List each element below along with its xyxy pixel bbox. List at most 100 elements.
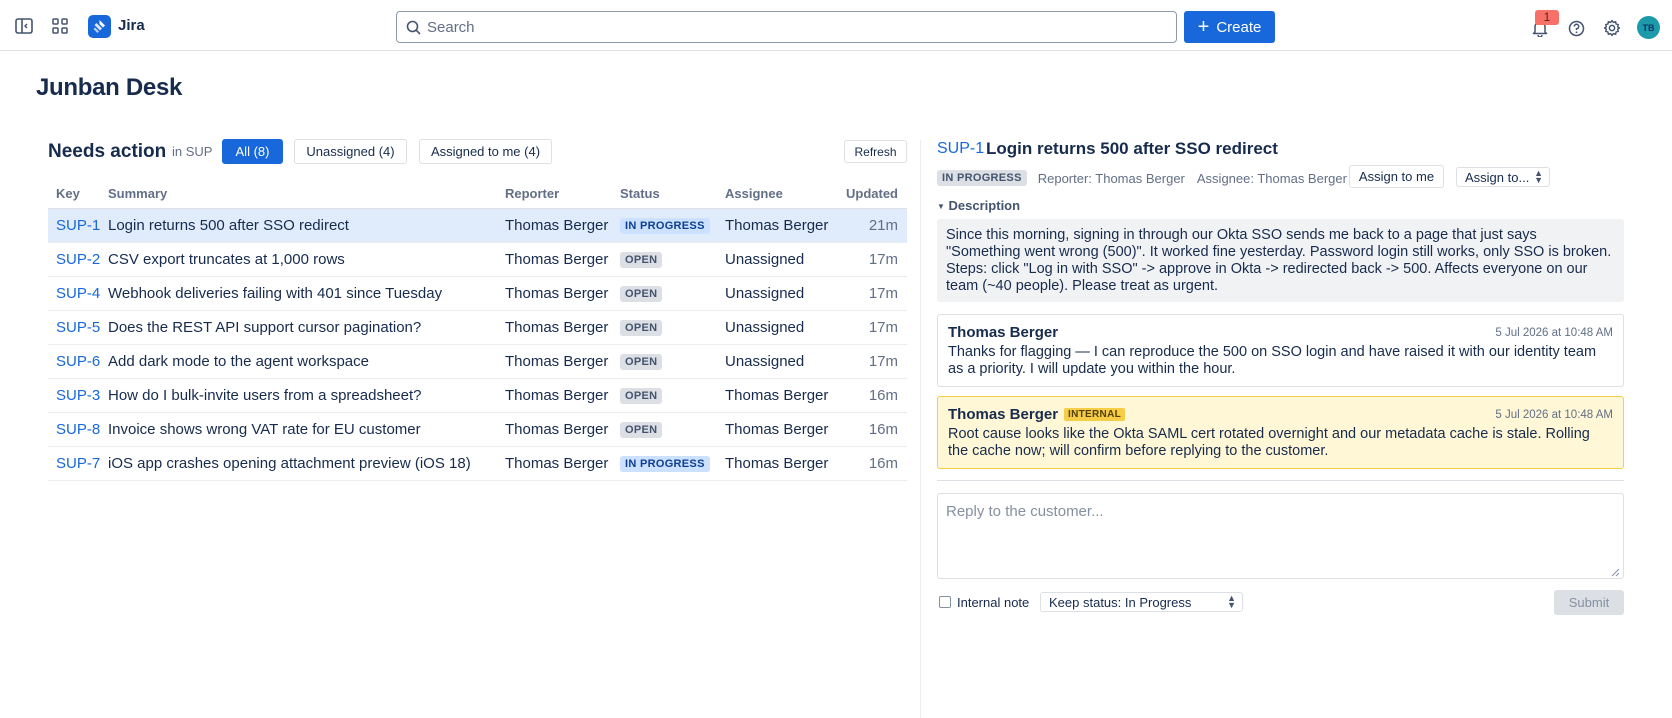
issue-reporter: Thomas Berger (505, 242, 620, 277)
description-label: Description (948, 198, 1021, 213)
table-row[interactable]: SUP-5 Does the REST API support cursor p… (48, 310, 907, 345)
gear-icon[interactable] (1602, 18, 1622, 38)
detail-assignee: Assignee: Thomas Berger (1196, 170, 1347, 186)
issue-assignee: Unassigned (725, 344, 840, 379)
issue-reporter: Thomas Berger (505, 276, 620, 311)
column-header-summary[interactable]: Summary (108, 180, 505, 209)
column-header-status[interactable]: Status (620, 180, 725, 209)
issue-key-link[interactable]: SUP-3 (56, 387, 100, 404)
internal-note-label[interactable]: Internal note (957, 595, 1029, 610)
app-switcher-icon[interactable] (50, 17, 70, 35)
issue-key-link[interactable]: SUP-6 (56, 353, 100, 370)
issue-assignee: Unassigned (725, 310, 840, 345)
detail-reporter: Reporter: Thomas Berger (1037, 170, 1185, 186)
issue-reporter: Thomas Berger (505, 378, 620, 413)
comment-timestamp: 5 Jul 2026 at 10:48 AM (1495, 327, 1613, 339)
panel-divider (920, 140, 921, 718)
status-select-value: Keep status: In Progress (1049, 594, 1192, 610)
sidebar-toggle-icon[interactable] (14, 17, 34, 35)
assign-to-select[interactable]: Assign to... ▲ ▼ (1456, 167, 1550, 187)
issue-updated: 21m (840, 208, 907, 243)
column-header-key[interactable]: Key (48, 180, 108, 209)
issue-updated: 16m (840, 446, 907, 481)
filter-all[interactable]: All (8) (222, 139, 283, 164)
issue-reporter: Thomas Berger (505, 412, 620, 447)
status-badge: OPEN (620, 422, 663, 438)
create-button[interactable]: + Create (1184, 11, 1275, 43)
reply-textarea[interactable] (937, 493, 1624, 579)
issue-reporter: Thomas Berger (505, 208, 620, 243)
chevron-updown-icon: ▲ ▼ (1227, 593, 1236, 610)
description-toggle[interactable]: ▼ Description (937, 198, 1020, 213)
assign-to-value: Assign to... (1465, 169, 1530, 185)
issue-summary: How do I bulk-invite users from a spread… (108, 378, 505, 413)
column-header-updated[interactable]: Updated (840, 180, 907, 209)
status-badge: IN PROGRESS (620, 218, 710, 234)
top-navigation: Jira + Create 1 TB (0, 0, 1672, 51)
table-row[interactable]: SUP-1 Login returns 500 after SSO redire… (48, 208, 907, 243)
detail-status-badge: IN PROGRESS (937, 170, 1027, 186)
table-row[interactable]: SUP-8 Invoice shows wrong VAT rate for E… (48, 412, 907, 447)
table-row[interactable]: SUP-4 Webhook deliveries failing with 40… (48, 276, 907, 311)
issue-updated: 16m (840, 412, 907, 447)
column-header-reporter[interactable]: Reporter (505, 180, 620, 209)
issue-reporter: Thomas Berger (505, 344, 620, 379)
issue-assignee: Unassigned (725, 242, 840, 277)
filter-unassigned[interactable]: Unassigned (4) (294, 139, 407, 164)
issue-key-link[interactable]: SUP-2 (56, 251, 100, 268)
app-name[interactable]: Jira (118, 17, 145, 34)
status-badge: OPEN (620, 286, 663, 302)
status-badge: OPEN (620, 320, 663, 336)
issue-key-link[interactable]: SUP-5 (56, 319, 100, 336)
description-body: Since this morning, signing in through o… (937, 219, 1624, 302)
issue-table: Key Summary Reporter Status Assignee Upd… (48, 180, 907, 481)
issue-summary: Does the REST API support cursor paginat… (108, 310, 505, 345)
jira-logo-icon[interactable] (88, 15, 111, 38)
submit-button[interactable]: Submit (1554, 590, 1624, 615)
internal-note-checkbox[interactable] (939, 596, 951, 608)
column-header-assignee[interactable]: Assignee (725, 180, 840, 209)
status-badge: OPEN (620, 388, 663, 404)
comment-timestamp: 5 Jul 2026 at 10:48 AM (1495, 409, 1613, 421)
table-row[interactable]: SUP-3 How do I bulk-invite users from a … (48, 378, 907, 413)
table-row[interactable]: SUP-6 Add dark mode to the agent workspa… (48, 344, 907, 379)
assign-to-me-button[interactable]: Assign to me (1349, 165, 1444, 188)
notification-badge: 1 (1535, 10, 1559, 25)
issue-updated: 16m (840, 378, 907, 413)
issue-summary: Login returns 500 after SSO redirect (108, 208, 505, 243)
search-input[interactable] (427, 12, 1167, 42)
page-title: Junban Desk (36, 74, 183, 101)
search-field[interactable] (396, 11, 1177, 43)
issue-key-link[interactable]: SUP-1 (56, 217, 100, 234)
table-row[interactable]: SUP-7 iOS app crashes opening attachment… (48, 446, 907, 481)
issue-summary: CSV export truncates at 1,000 rows (108, 242, 505, 277)
create-label: Create (1216, 18, 1262, 36)
help-icon[interactable] (1566, 18, 1586, 38)
detail-issue-key[interactable]: SUP-1 (937, 140, 984, 158)
issue-key-link[interactable]: SUP-7 (56, 455, 100, 472)
resize-grip-icon[interactable] (1610, 564, 1620, 577)
status-select[interactable]: Keep status: In Progress ▲ ▼ (1040, 592, 1243, 612)
issue-summary: Webhook deliveries failing with 401 sinc… (108, 276, 505, 311)
reply-divider (937, 480, 1624, 481)
issue-key-link[interactable]: SUP-8 (56, 421, 100, 438)
queue-title: Needs action (48, 141, 167, 162)
issue-summary: Invoice shows wrong VAT rate for EU cust… (108, 412, 505, 447)
issue-key-link[interactable]: SUP-4 (56, 285, 100, 302)
filter-assigned-to-me[interactable]: Assigned to me (4) (419, 139, 552, 164)
detail-issue-title: Login returns 500 after SSO redirect (986, 139, 1278, 158)
status-badge: OPEN (620, 252, 663, 268)
comment-body: Thanks for flagging — I can reproduce th… (948, 344, 1597, 377)
comment-card: Thomas Berger 5 Jul 2026 at 10:48 AM Tha… (937, 314, 1624, 387)
table-row[interactable]: SUP-2 CSV export truncates at 1,000 rows… (48, 242, 907, 277)
issue-summary: Add dark mode to the agent workspace (108, 344, 505, 379)
status-badge: OPEN (620, 354, 663, 370)
refresh-button[interactable]: Refresh (844, 140, 907, 163)
internal-comment-card: Thomas Berger INTERNAL 5 Jul 2026 at 10:4… (937, 396, 1624, 469)
plus-icon: + (1197, 16, 1210, 38)
avatar[interactable]: TB (1637, 16, 1660, 39)
issue-summary: iOS app crashes opening attachment previ… (108, 446, 505, 481)
issue-updated: 17m (840, 310, 907, 345)
search-icon (405, 19, 421, 35)
chevron-down-icon: ▼ (937, 202, 945, 211)
